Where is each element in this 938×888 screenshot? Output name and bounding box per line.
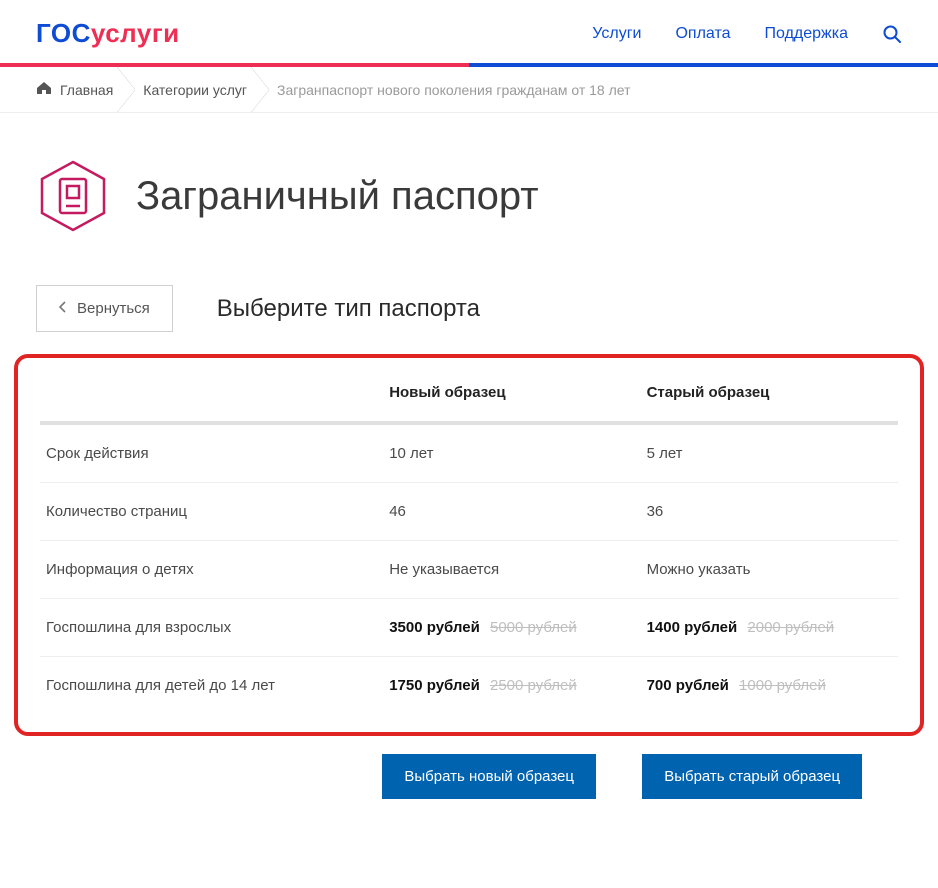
cell-new: 46	[383, 483, 640, 541]
breadcrumb: Главная Категории услуг Загранпаспорт но…	[0, 67, 938, 113]
price-strike: 2500 рублей	[490, 677, 577, 694]
price-current: 3500 рублей	[389, 619, 480, 636]
nav-payment[interactable]: Оплата	[675, 25, 730, 43]
passport-icon	[36, 159, 110, 233]
search-icon[interactable]	[882, 24, 902, 44]
row-label: Госпошлина для детей до 14 лет	[40, 657, 383, 715]
row-label: Госпошлина для взрослых	[40, 599, 383, 657]
table-row: Госпошлина для детей до 14 лет 1750 рубл…	[40, 657, 898, 715]
subtitle: Выберите тип паспорта	[217, 295, 480, 323]
table-row: Срок действия 10 лет 5 лет	[40, 423, 898, 483]
back-button[interactable]: Вернуться	[36, 285, 173, 332]
spacer	[36, 754, 382, 799]
cell-new: 3500 рублей 5000 рублей	[383, 599, 640, 657]
price-current: 1750 рублей	[389, 677, 480, 694]
breadcrumb-current: Загранпаспорт нового поколения гражданам…	[269, 67, 653, 112]
home-icon	[36, 81, 52, 98]
cell-old: 36	[641, 483, 898, 541]
cell-old: 5 лет	[641, 423, 898, 483]
breadcrumb-home[interactable]: Главная	[36, 67, 135, 112]
price-strike: 5000 рублей	[490, 619, 577, 636]
cell-old: Можно указать	[641, 541, 898, 599]
table-row: Госпошлина для взрослых 3500 рублей 5000…	[40, 599, 898, 657]
nav-support[interactable]: Поддержка	[765, 25, 848, 43]
breadcrumb-current-label: Загранпаспорт нового поколения гражданам…	[277, 82, 631, 98]
cell-new: 1750 рублей 2500 рублей	[383, 657, 640, 715]
table-row: Количество страниц 46 36	[40, 483, 898, 541]
chevron-left-icon	[59, 300, 67, 317]
cell-old: 1400 рублей 2000 рублей	[641, 599, 898, 657]
page-title-wrap: Заграничный паспорт	[0, 113, 938, 285]
col-header-new: Новый образец	[383, 364, 640, 423]
col-header-empty	[40, 364, 383, 423]
price-strike: 2000 рублей	[747, 619, 834, 636]
choice-row: Выбрать новый образец Выбрать старый обр…	[0, 736, 938, 823]
comparison-highlight: Новый образец Старый образец Срок действ…	[14, 354, 924, 736]
sub-header-row: Вернуться Выберите тип паспорта	[0, 285, 938, 354]
cell-old: 700 рублей 1000 рублей	[641, 657, 898, 715]
site-logo[interactable]: госуслуги	[36, 18, 180, 49]
row-label: Количество страниц	[40, 483, 383, 541]
row-label: Информация о детях	[40, 541, 383, 599]
choose-old-button[interactable]: Выбрать старый образец	[642, 754, 862, 799]
logo-part-uslugi: услуги	[91, 18, 180, 48]
row-label: Срок действия	[40, 423, 383, 483]
breadcrumb-categories-label: Категории услуг	[143, 82, 247, 98]
site-header: госуслуги Услуги Оплата Поддержка	[0, 0, 938, 63]
page-title: Заграничный паспорт	[136, 174, 539, 219]
price-current: 700 рублей	[647, 677, 729, 694]
price-current: 1400 рублей	[647, 619, 738, 636]
nav-services[interactable]: Услуги	[592, 25, 641, 43]
main-nav: Услуги Оплата Поддержка	[592, 24, 902, 44]
cell-new: 10 лет	[383, 423, 640, 483]
table-row: Информация о детях Не указывается Можно …	[40, 541, 898, 599]
back-button-label: Вернуться	[77, 300, 150, 317]
comparison-table: Новый образец Старый образец Срок действ…	[40, 364, 898, 714]
logo-part-gos: гос	[36, 18, 91, 48]
choose-new-button[interactable]: Выбрать новый образец	[382, 754, 596, 799]
price-strike: 1000 рублей	[739, 677, 826, 694]
breadcrumb-home-label: Главная	[60, 82, 113, 98]
col-header-old: Старый образец	[641, 364, 898, 423]
cell-new: Не указывается	[383, 541, 640, 599]
breadcrumb-categories[interactable]: Категории услуг	[135, 67, 269, 112]
